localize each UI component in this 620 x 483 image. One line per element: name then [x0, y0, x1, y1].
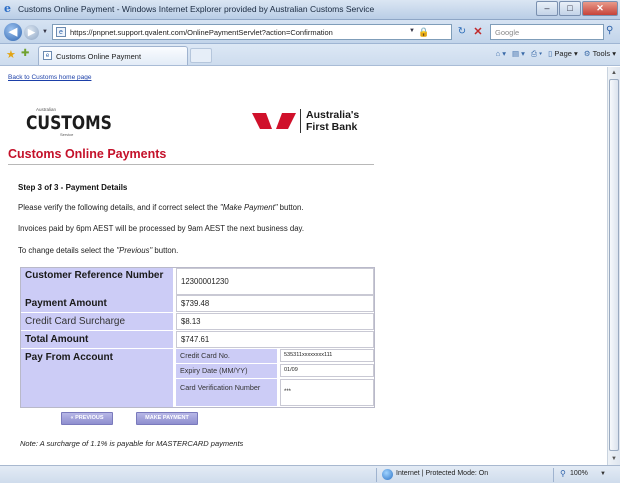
tools-menu-label: Tools	[592, 49, 611, 58]
total-amount-label: Total Amount	[21, 331, 173, 348]
instruction-verify-end: button.	[277, 203, 304, 212]
stop-button[interactable]: ✕	[471, 25, 485, 39]
tab-label: Customs Online Payment	[56, 52, 142, 61]
expiry-date-row: Expiry Date (MM/YY) 01/09	[176, 364, 374, 378]
bank-name-line1: Australia's	[306, 109, 360, 121]
add-favorites-icon[interactable]: ✚	[21, 48, 29, 59]
window-controls: – □ ✕	[535, 1, 618, 17]
zoom-level[interactable]: 100%	[570, 470, 588, 477]
step-indicator: Step 3 of 3 - Payment Details	[18, 183, 128, 192]
tab-customs-online-payment[interactable]: e Customs Online Payment	[38, 46, 188, 65]
make-payment-button[interactable]: MAKE PAYMENT	[136, 412, 198, 425]
card-number-label: Credit Card No.	[176, 349, 277, 363]
instruction-change-emphasis: "Previous"	[116, 246, 153, 255]
surcharge-value: $8.13	[176, 313, 374, 330]
window-title: Customs Online Payment - Windows Interne…	[18, 4, 375, 14]
bank-logo-divider	[300, 109, 301, 133]
pay-from-account-label: Pay From Account	[21, 349, 173, 407]
page-title: Customs Online Payments	[8, 147, 167, 161]
bank-wings-icon	[252, 113, 296, 129]
page-menu[interactable]: ▯ Page ▾	[548, 49, 578, 59]
url-text: https://pnpnet.support.qvalent.com/Onlin…	[70, 28, 333, 37]
tools-gear-icon: ⚙	[583, 49, 591, 58]
cvn-value: ***	[280, 379, 374, 406]
expiry-date-value: 01/09	[280, 364, 374, 377]
cvn-row: Card Verification Number ***	[176, 379, 374, 406]
close-button[interactable]: ✕	[582, 1, 618, 16]
customs-logo-text: CUSTOMS	[26, 112, 112, 134]
back-to-home-link[interactable]: Back to Customs home page	[8, 74, 91, 81]
refresh-button[interactable]: ↻	[455, 25, 469, 39]
scroll-up-icon[interactable]: ▲	[610, 69, 618, 77]
instruction-processing: Invoices paid by 6pm AEST will be proces…	[18, 224, 305, 233]
card-number-row: Credit Card No. 535311xxxxxxxx111	[176, 349, 374, 363]
payment-amount-value: $739.48	[176, 295, 374, 312]
zoom-dropdown-icon[interactable]: ▼	[600, 471, 606, 477]
page-viewport: Back to Customs home page Australian CUS…	[0, 67, 607, 465]
table-row: Total Amount $747.61	[21, 331, 374, 349]
total-amount-value: $747.61	[176, 331, 374, 348]
table-row: Pay From Account Credit Card No. 535311x…	[21, 349, 374, 407]
internet-zone-icon	[382, 469, 393, 480]
forward-button[interactable]: ▶	[24, 25, 39, 40]
expiry-date-label: Expiry Date (MM/YY)	[176, 364, 277, 378]
tab-page-icon: e	[43, 51, 52, 60]
table-row: Payment Amount $739.48	[21, 295, 374, 313]
lock-icon[interactable]: 🔒	[418, 27, 429, 37]
instruction-verify: Please verify the following details, and…	[18, 203, 378, 213]
search-input[interactable]: Google	[490, 24, 604, 40]
previous-button[interactable]: « PREVIOUS	[61, 412, 113, 425]
status-bar: Internet | Protected Mode: On ⚲ 100% ▼	[0, 465, 620, 483]
payment-details-table: Customer Reference Number 12300001230 Pa…	[20, 267, 375, 408]
command-bar: ★ ✚ e Customs Online Payment ⌂ ▾ ▤ ▾ ⎙ ▾…	[0, 44, 620, 66]
bank-name-line2: First Bank	[306, 121, 358, 133]
customs-logo: Australian CUSTOMS Service	[26, 107, 116, 137]
bank-logo: Australia's First Bank	[252, 109, 387, 139]
back-button[interactable]: ◀	[4, 23, 22, 41]
favorites-star-icon[interactable]: ★	[6, 48, 16, 61]
url-dropdown-icon[interactable]: ▼	[409, 28, 415, 34]
surcharge-label: Credit Card Surcharge	[21, 313, 173, 330]
ie-logo-icon: e	[4, 2, 11, 15]
page-icon: e	[56, 27, 66, 37]
home-icon[interactable]: ⌂ ▾	[496, 49, 506, 59]
table-row: Customer Reference Number 12300001230	[21, 268, 374, 295]
customer-reference-value: 12300001230	[176, 268, 374, 295]
scroll-thumb[interactable]	[609, 79, 619, 451]
window-title-bar: e Customs Online Payment - Windows Inter…	[0, 0, 620, 20]
address-bar: ◀ ▶ ▼ e https://pnpnet.support.qvalent.c…	[0, 20, 620, 44]
vertical-scrollbar[interactable]: ▲ ▼	[607, 67, 620, 465]
instruction-change-end: button.	[152, 246, 179, 255]
page-menu-icon: ▯	[548, 49, 553, 58]
status-separator	[553, 468, 554, 482]
zoom-icon: ⚲	[560, 469, 566, 478]
table-row: Credit Card Surcharge $8.13	[21, 313, 374, 331]
command-tools: ⌂ ▾ ▤ ▾ ⎙ ▾ ▯ Page ▾ ⚙ Tools ▾	[496, 49, 616, 59]
status-separator	[376, 468, 377, 482]
minimize-button[interactable]: –	[536, 1, 558, 16]
instruction-verify-text: Please verify the following details, and…	[18, 203, 220, 212]
instruction-change: To change details select the "Previous" …	[18, 246, 378, 256]
card-number-value: 535311xxxxxxxx111	[280, 349, 374, 362]
surcharge-note: Note: A surcharge of 1.1% is payable for…	[20, 439, 244, 448]
print-icon[interactable]: ⎙ ▾	[531, 49, 542, 59]
url-field[interactable]: e https://pnpnet.support.qvalent.com/Onl…	[52, 24, 452, 40]
cvn-label: Card Verification Number	[176, 379, 277, 406]
security-zone-text[interactable]: Internet | Protected Mode: On	[396, 470, 488, 477]
payment-amount-label: Payment Amount	[21, 295, 173, 312]
history-dropdown-icon[interactable]: ▼	[42, 29, 48, 35]
search-icon[interactable]: ⚲	[606, 25, 613, 36]
tools-menu[interactable]: ⚙ Tools ▾	[584, 49, 616, 59]
search-placeholder: Google	[495, 28, 520, 37]
feeds-icon[interactable]: ▤ ▾	[512, 49, 525, 59]
instruction-verify-emphasis: "Make Payment"	[219, 203, 278, 212]
instruction-change-text: To change details select the	[18, 246, 117, 255]
new-tab-button[interactable]	[190, 48, 212, 63]
maximize-button[interactable]: □	[559, 1, 581, 16]
customer-reference-label: Customer Reference Number	[21, 268, 173, 295]
page-menu-label: Page	[554, 49, 572, 58]
heading-divider	[8, 164, 374, 165]
customs-logo-service: Service	[60, 132, 74, 137]
scroll-down-icon[interactable]: ▼	[610, 455, 618, 463]
